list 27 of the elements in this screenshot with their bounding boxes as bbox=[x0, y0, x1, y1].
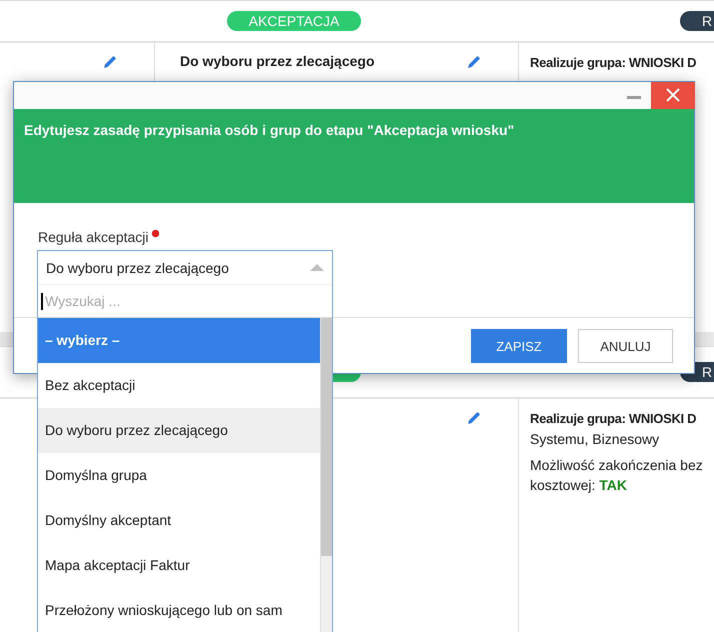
close-icon bbox=[665, 87, 681, 103]
detail-text: Realizuje grupa: WNIOSKI D bbox=[530, 410, 698, 428]
rule-text: Do wyboru przez zlecającego bbox=[180, 53, 374, 69]
detail-text: Realizuje grupa: WNIOSKI D bbox=[530, 54, 698, 72]
dropdown-option[interactable]: Mapa akceptacji Faktur bbox=[38, 543, 320, 588]
cancel-button[interactable]: ANULUJ bbox=[578, 329, 673, 363]
dropdown-option[interactable]: – wybierz – bbox=[38, 318, 320, 363]
field-label: Reguła akceptacji bbox=[38, 229, 149, 245]
edit-icon[interactable] bbox=[466, 54, 482, 70]
dialog-title: Edytujesz zasadę przypisania osób i grup do etapu "Akceptacja wniosku" bbox=[24, 122, 514, 138]
stage-badge: R bbox=[680, 11, 714, 31]
dropdown-option[interactable]: Przełożony wnioskującego lub on sam bbox=[38, 588, 320, 632]
dropdown-option[interactable]: Do wyboru przez zlecającego bbox=[38, 408, 320, 453]
dropdown-option[interactable]: Bez akceptacji bbox=[38, 363, 320, 408]
close-button[interactable] bbox=[651, 82, 695, 108]
scrollbar-thumb[interactable] bbox=[321, 318, 332, 556]
edit-icon[interactable] bbox=[466, 410, 482, 426]
edit-icon[interactable] bbox=[102, 54, 118, 70]
dropdown-option[interactable]: Domyślna grupa bbox=[38, 453, 320, 498]
caret-icon bbox=[310, 264, 324, 271]
detail-text: Systemu, Biznesowy bbox=[530, 430, 660, 449]
detail-text: Możliwość zakończenia bez kosztowej: TAK bbox=[530, 456, 704, 495]
save-button[interactable]: ZAPISZ bbox=[471, 329, 567, 363]
dropdown-option[interactable]: Domyślny akceptant bbox=[38, 498, 320, 543]
stage-badge: AKCEPTACJA bbox=[227, 11, 361, 31]
text-cursor bbox=[41, 292, 43, 310]
select-field[interactable]: Do wyboru przez zlecającego bbox=[38, 251, 332, 285]
